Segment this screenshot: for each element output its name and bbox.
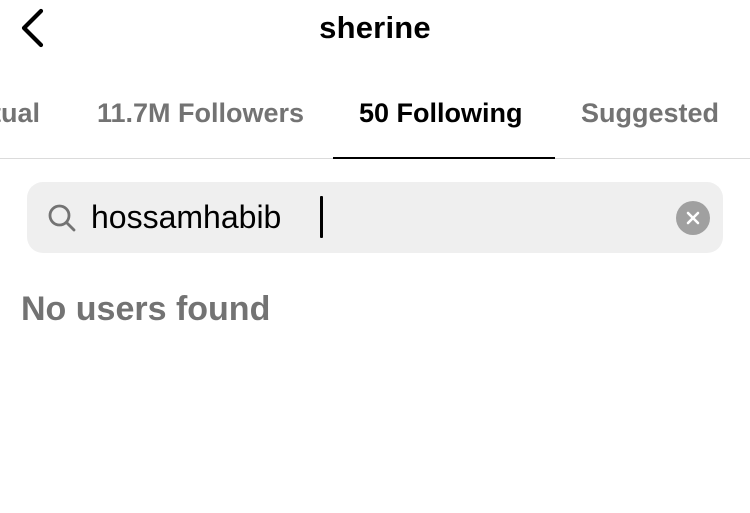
empty-state-message: No users found: [21, 290, 271, 328]
tab-bar: tual 11.7M Followers 50 Following Sugges…: [0, 84, 750, 159]
page-title: sherine: [319, 10, 431, 45]
tab-suggested[interactable]: Suggested: [581, 98, 719, 129]
following-screen: sherine tual 11.7M Followers 50 Followin…: [0, 0, 750, 513]
header: sherine: [0, 0, 750, 56]
clear-search-button[interactable]: [676, 201, 710, 235]
close-icon: [686, 211, 700, 225]
tab-mutual[interactable]: tual: [0, 98, 40, 129]
search-icon: [48, 204, 76, 232]
active-tab-indicator: [333, 157, 555, 159]
tab-following[interactable]: 50 Following: [359, 98, 523, 129]
search-bar[interactable]: [27, 182, 723, 253]
tab-followers[interactable]: 11.7M Followers: [97, 98, 304, 129]
search-input[interactable]: [91, 195, 651, 239]
text-caret: [320, 196, 323, 238]
